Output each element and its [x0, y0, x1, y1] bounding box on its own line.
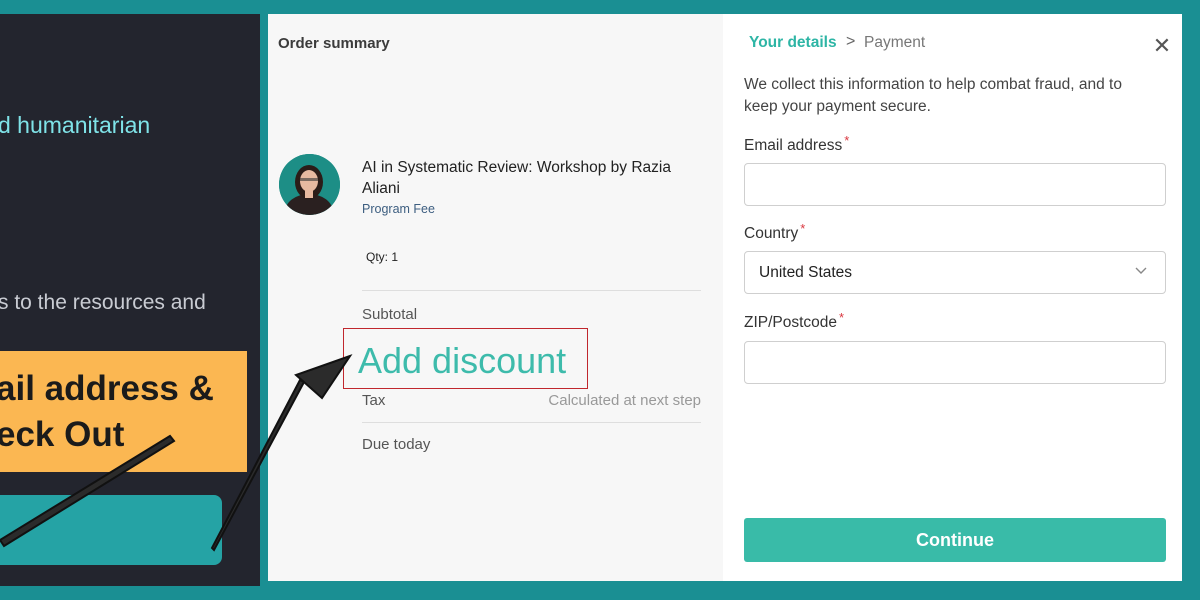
country-select[interactable]: United States [744, 251, 1166, 294]
breadcrumb-your-details[interactable]: Your details [749, 34, 837, 52]
tax-value: Calculated at next step [548, 392, 701, 409]
add-discount-link[interactable]: Add discount [358, 340, 566, 382]
background-checkout-button[interactable] [0, 495, 222, 565]
email-field[interactable] [744, 163, 1166, 206]
callout-line-1: ail address & [0, 369, 214, 408]
zip-field[interactable] [744, 341, 1166, 384]
divider [362, 290, 701, 291]
email-label-text: Email address [744, 137, 843, 154]
country-label: Country * [744, 221, 805, 243]
checkout-modal: Order summary AI in Systematic Review: W… [268, 14, 1182, 581]
product-quantity: Qty: 1 [366, 250, 399, 264]
subtotal-label: Subtotal [362, 306, 418, 323]
order-summary-title: Order summary [278, 35, 390, 52]
product-avatar [279, 154, 340, 215]
close-icon[interactable]: ✕ [1151, 35, 1173, 57]
product-name: AI in Systematic Review: Workshop by Raz… [362, 159, 671, 197]
fraud-info-text: We collect this information to help comb… [744, 76, 1122, 115]
instruction-callout: ail address & eck Out [0, 351, 247, 472]
product-subtitle: Program Fee [362, 202, 435, 216]
order-summary-panel: Order summary AI in Systematic Review: W… [268, 14, 723, 581]
callout-line-2: eck Out [0, 415, 125, 454]
breadcrumb-chevron-icon: > [846, 33, 856, 50]
tax-label: Tax [362, 392, 386, 409]
due-today-label: Due today [362, 436, 431, 453]
required-asterisk: * [839, 310, 845, 325]
chevron-down-icon [1135, 267, 1147, 274]
email-label: Email address * [744, 133, 849, 155]
continue-button[interactable]: Continue [744, 518, 1166, 562]
background-page: d humanitarian s to the resources and ai… [0, 14, 260, 586]
divider [362, 422, 701, 423]
required-asterisk: * [800, 221, 806, 236]
country-selected-value: United States [759, 264, 853, 281]
zip-label: ZIP/Postcode * [744, 310, 844, 332]
person-portrait-icon [279, 154, 340, 215]
your-details-panel: Your details > Payment ✕ We collect this… [744, 14, 1171, 581]
background-text-heading: d humanitarian [0, 112, 151, 138]
zip-label-text: ZIP/Postcode [744, 314, 838, 331]
country-label-text: Country [744, 225, 799, 242]
breadcrumb-payment: Payment [864, 34, 926, 51]
required-asterisk: * [844, 133, 850, 148]
background-text-body: s to the resources and [0, 291, 206, 314]
